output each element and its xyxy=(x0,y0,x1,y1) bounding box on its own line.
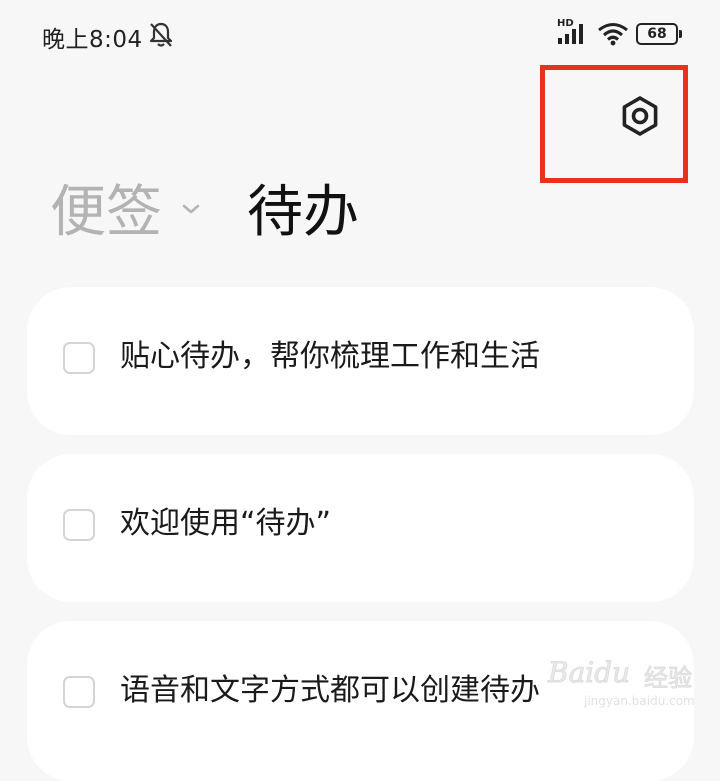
watermark: Baidu 经验 jingyan.baidu.com xyxy=(547,654,718,714)
todo-checkbox[interactable] xyxy=(63,509,95,541)
todo-text: 语音和文字方式都可以创建待办 xyxy=(120,673,540,708)
battery-icon: 68 xyxy=(636,23,682,45)
status-bar: 晚上8:04 HD 68 xyxy=(0,0,720,70)
settings-button[interactable] xyxy=(612,88,668,144)
watermark-url: jingyan.baidu.com xyxy=(584,694,695,708)
status-time: 晚上8:04 xyxy=(42,27,143,53)
todo-text: 贴心待办，帮你梳理工作和生活 xyxy=(120,339,540,374)
signal-icon xyxy=(558,24,583,44)
settings-hex-icon xyxy=(622,96,658,136)
todo-card[interactable]: 贴心待办，帮你梳理工作和生活 xyxy=(27,287,694,435)
watermark-brand: Baidu xyxy=(547,656,631,690)
watermark-brand-cn: 经验 xyxy=(644,664,693,693)
tab-todo[interactable]: 待办 xyxy=(247,178,359,248)
tab-notes[interactable]: 便签 xyxy=(50,178,162,248)
battery-cap xyxy=(679,30,682,38)
todo-checkbox[interactable] xyxy=(63,676,95,708)
battery-level: 68 xyxy=(636,23,678,45)
todo-card[interactable]: 欢迎使用“待办” xyxy=(27,454,694,602)
bell-off-icon xyxy=(149,22,173,47)
wifi-icon xyxy=(598,23,628,46)
todo-checkbox[interactable] xyxy=(63,342,95,374)
chevron-down-icon[interactable] xyxy=(180,201,202,217)
todo-text: 欢迎使用“待办” xyxy=(120,506,332,541)
